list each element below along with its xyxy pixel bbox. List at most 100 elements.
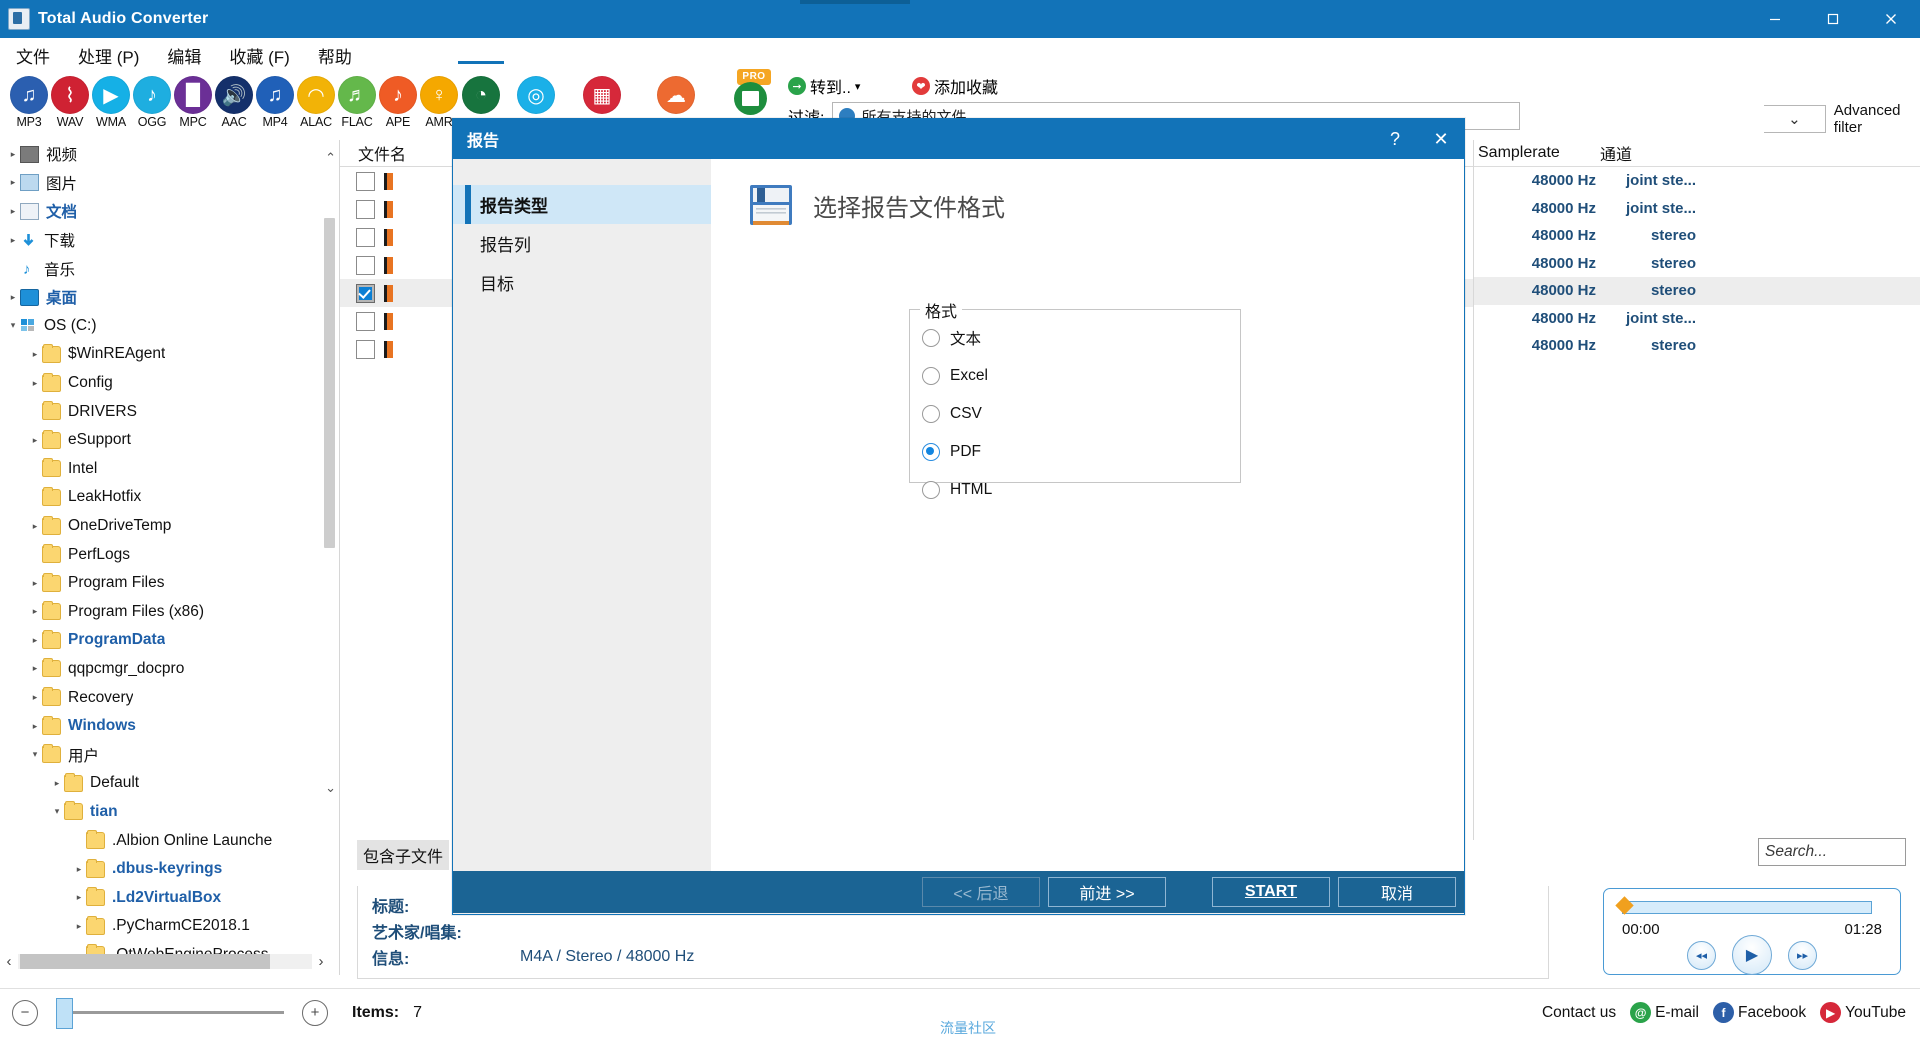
tree-scroll-down-icon[interactable]: ⌄: [325, 780, 336, 796]
menu-help[interactable]: 帮助: [306, 40, 364, 71]
tree-item[interactable]: .Albion Online Launche: [0, 826, 339, 855]
tree-item[interactable]: ▸ Windows: [0, 712, 339, 741]
tree-item[interactable]: ▸ Program Files: [0, 569, 339, 598]
player-next-button[interactable]: ▸▸: [1788, 940, 1817, 970]
search-input[interactable]: Search...: [1758, 838, 1906, 866]
minimize-button[interactable]: [1746, 0, 1804, 38]
add-favorite-button[interactable]: ❤ 添加收藏: [912, 74, 998, 98]
chevron-right-icon[interactable]: ▸: [6, 235, 20, 246]
chevron-down-icon[interactable]: ▾: [6, 320, 20, 331]
dialog-cancel-button[interactable]: 取消: [1338, 877, 1456, 907]
tree-item[interactable]: ▸ qqpcmgr_docpro: [0, 655, 339, 684]
table-row[interactable]: 48000 Hz joint ste...: [1474, 195, 1920, 223]
close-button[interactable]: [1862, 0, 1920, 38]
chevron-right-icon[interactable]: ▸: [72, 892, 86, 903]
table-row[interactable]: 48000 Hz joint ste...: [1474, 167, 1920, 195]
zoom-slider-thumb[interactable]: [56, 998, 73, 1029]
chevron-right-icon[interactable]: ▸: [28, 635, 42, 646]
radio-csv[interactable]: CSV: [910, 395, 1240, 433]
tree-item[interactable]: ▸ 下载: [0, 226, 339, 255]
chevron-right-icon[interactable]: ▸: [72, 921, 86, 932]
tree-item[interactable]: ▸ $WinREAgent: [0, 340, 339, 369]
row-checkbox[interactable]: [356, 311, 375, 331]
chevron-right-icon[interactable]: ▸: [50, 778, 64, 789]
maximize-button[interactable]: [1804, 0, 1862, 38]
tree-item[interactable]: ▾ OS (C:): [0, 312, 339, 341]
metadata-table[interactable]: Samplerate 通道 48000 Hz joint ste... 48000 …: [1473, 140, 1920, 840]
dialog-help-button[interactable]: ?: [1372, 119, 1418, 159]
tree-item[interactable]: ▸ .Ld2VirtualBox: [0, 883, 339, 912]
advanced-filter-dropdown[interactable]: ⌄: [1764, 105, 1826, 133]
social-link[interactable]: f Facebook: [1713, 1002, 1806, 1023]
radio-indicator[interactable]: [922, 405, 940, 423]
dialog-start-button[interactable]: START: [1212, 877, 1330, 907]
table-row[interactable]: 48000 Hz joint ste...: [1474, 305, 1920, 333]
chevron-right-icon[interactable]: ▸: [72, 864, 86, 875]
radio-text[interactable]: 文本: [910, 319, 1240, 357]
tree-item[interactable]: ▸ 图片: [0, 169, 339, 198]
radio-indicator[interactable]: [922, 481, 940, 499]
table-row[interactable]: 48000 Hz stereo: [1474, 250, 1920, 278]
tree-item[interactable]: ♪ 音乐: [0, 254, 339, 283]
menu-process[interactable]: 处理 (P): [66, 40, 151, 71]
tree-item[interactable]: ▸ .dbus-keyrings: [0, 855, 339, 884]
tree-item[interactable]: ▾ tian: [0, 798, 339, 827]
zoom-in-button[interactable]: +: [302, 999, 328, 1026]
chevron-down-icon[interactable]: ▾: [28, 749, 42, 760]
tree-item[interactable]: ▸ eSupport: [0, 426, 339, 455]
player-play-button[interactable]: ▶: [1732, 935, 1772, 975]
tree-item[interactable]: ▸ OneDriveTemp: [0, 512, 339, 541]
chevron-right-icon[interactable]: ▸: [6, 206, 20, 217]
chevron-right-icon[interactable]: ▸: [6, 177, 20, 188]
dialog-close-button[interactable]: ✕: [1418, 119, 1464, 159]
chevron-down-icon[interactable]: ▾: [50, 806, 64, 817]
chevron-right-icon[interactable]: ▸: [28, 663, 42, 674]
tree-scrollbar-thumb[interactable]: [324, 218, 335, 548]
radio-pdf[interactable]: PDF: [910, 433, 1240, 471]
tree-item[interactable]: PerfLogs: [0, 540, 339, 569]
tree-item[interactable]: ▸ Config: [0, 369, 339, 398]
menu-favorites[interactable]: 收藏 (F): [217, 40, 301, 71]
hscroll-track[interactable]: [18, 953, 312, 969]
row-checkbox[interactable]: [356, 255, 375, 275]
goto-button[interactable]: ➞ 转到.. ▾: [788, 74, 860, 98]
row-checkbox[interactable]: [356, 171, 375, 191]
dialog-nav-report-columns[interactable]: 报告列: [453, 224, 711, 263]
tree-item[interactable]: ▸ Program Files (x86): [0, 598, 339, 627]
pro-export-button[interactable]: PRO: [731, 69, 775, 115]
chevron-right-icon[interactable]: ▸: [6, 149, 20, 160]
include-subfolders-label[interactable]: 包含子文件: [357, 840, 450, 870]
radio-indicator[interactable]: [922, 367, 940, 385]
zoom-out-button[interactable]: −: [12, 999, 38, 1026]
dialog-nav-report-type[interactable]: 报告类型: [453, 185, 711, 224]
tree-item[interactable]: Intel: [0, 455, 339, 484]
radio-indicator[interactable]: [922, 329, 940, 347]
social-link[interactable]: @ E-mail: [1630, 1002, 1699, 1023]
tree-scroll-up-icon[interactable]: ⌃: [325, 150, 336, 166]
tree-item[interactable]: ▸ 桌面: [0, 283, 339, 312]
hscroll-left-icon[interactable]: ‹: [0, 953, 18, 970]
format-cd[interactable]: ◎: [510, 76, 562, 115]
chevron-right-icon[interactable]: ▸: [28, 435, 42, 446]
tree-item[interactable]: ▸ .PyCharmCE2018.1: [0, 912, 339, 941]
tree-item[interactable]: ▸ 视频: [0, 140, 339, 169]
dialog-nav-target[interactable]: 目标: [453, 263, 711, 302]
chevron-right-icon[interactable]: ▸: [28, 606, 42, 617]
chevron-right-icon[interactable]: ▸: [28, 378, 42, 389]
table-row[interactable]: 48000 Hz stereo: [1474, 222, 1920, 250]
hscroll-right-icon[interactable]: ›: [312, 953, 330, 970]
tree-item[interactable]: ▸ Recovery: [0, 683, 339, 712]
player-progress-track[interactable]: [1622, 901, 1872, 914]
column-header-filename[interactable]: 文件名: [358, 141, 406, 165]
dialog-next-button[interactable]: 前进 >>: [1048, 877, 1166, 907]
social-link[interactable]: ▶ YouTube: [1820, 1002, 1906, 1023]
chevron-right-icon[interactable]: ▸: [28, 521, 42, 532]
row-checkbox[interactable]: [356, 283, 375, 303]
tree-item[interactable]: ▸ ProgramData: [0, 626, 339, 655]
tree-item[interactable]: DRIVERS: [0, 397, 339, 426]
row-checkbox[interactable]: [356, 339, 375, 359]
column-header-channels[interactable]: 通道: [1600, 141, 1670, 165]
hscroll-thumb[interactable]: [20, 953, 270, 969]
player-previous-button[interactable]: ◂◂: [1687, 940, 1716, 970]
zoom-slider[interactable]: [56, 998, 284, 1029]
